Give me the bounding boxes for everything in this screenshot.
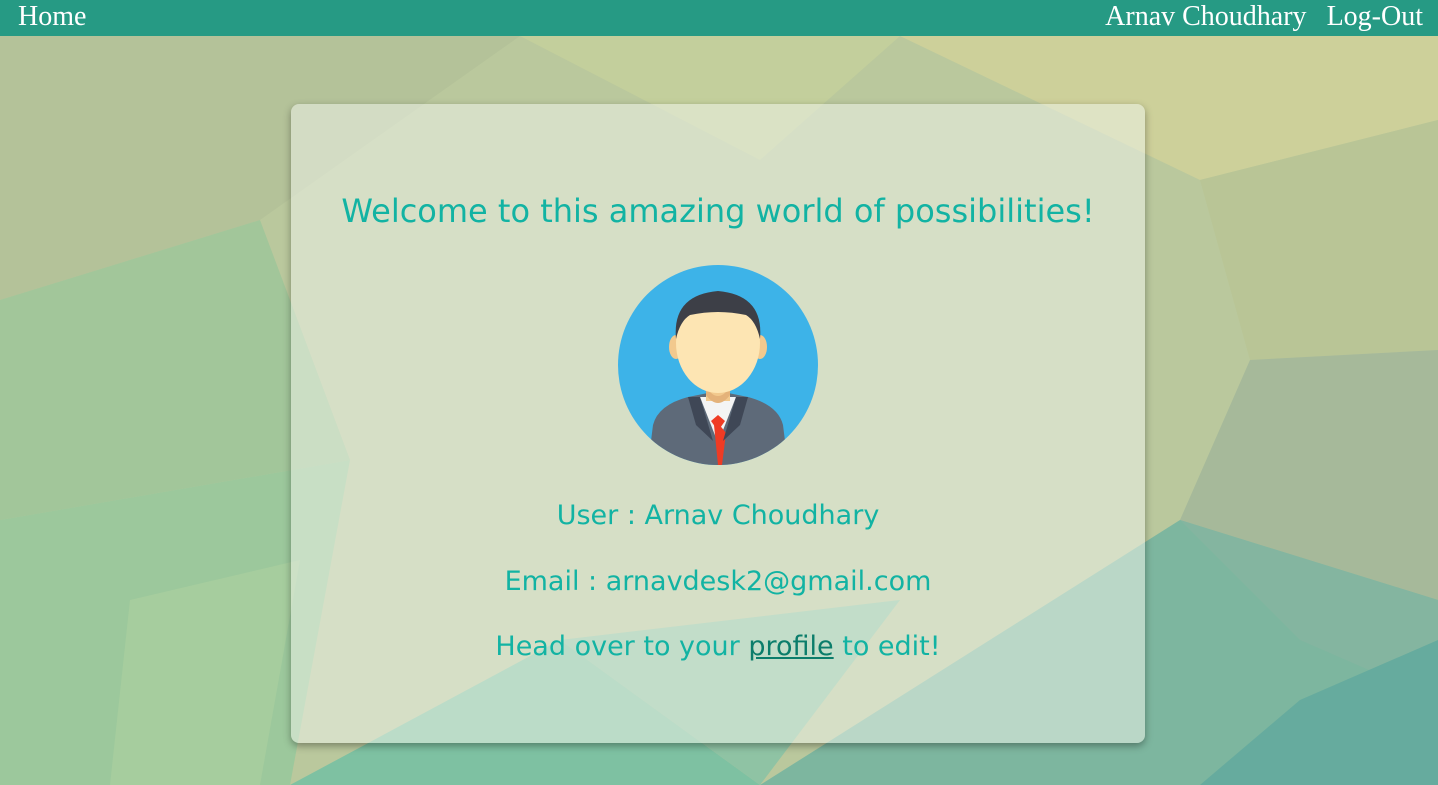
welcome-card: Welcome to this amazing world of possibi… [291, 104, 1145, 743]
businessman-avatar-icon [618, 265, 818, 465]
logout-link[interactable]: Log-Out [1327, 1, 1423, 33]
user-line: User : Arnav Choudhary [556, 500, 880, 531]
profile-hint-suffix: to edit! [833, 631, 941, 662]
user-name-link[interactable]: Arnav Choudhary [1105, 1, 1306, 33]
profile-hint-line: Head over to your profile to edit! [291, 631, 1145, 663]
home-link[interactable]: Home [18, 1, 86, 33]
profile-link[interactable]: profile [748, 631, 833, 662]
welcome-heading: Welcome to this amazing world of possibi… [341, 192, 1095, 230]
email-line: Email : arnavdesk2@gmail.com [504, 566, 932, 597]
profile-hint-prefix: Head over to your [495, 631, 749, 662]
top-navbar: Home Arnav Choudhary Log-Out [0, 0, 1438, 36]
navbar-right-group: Arnav Choudhary Log-Out [1105, 1, 1423, 33]
